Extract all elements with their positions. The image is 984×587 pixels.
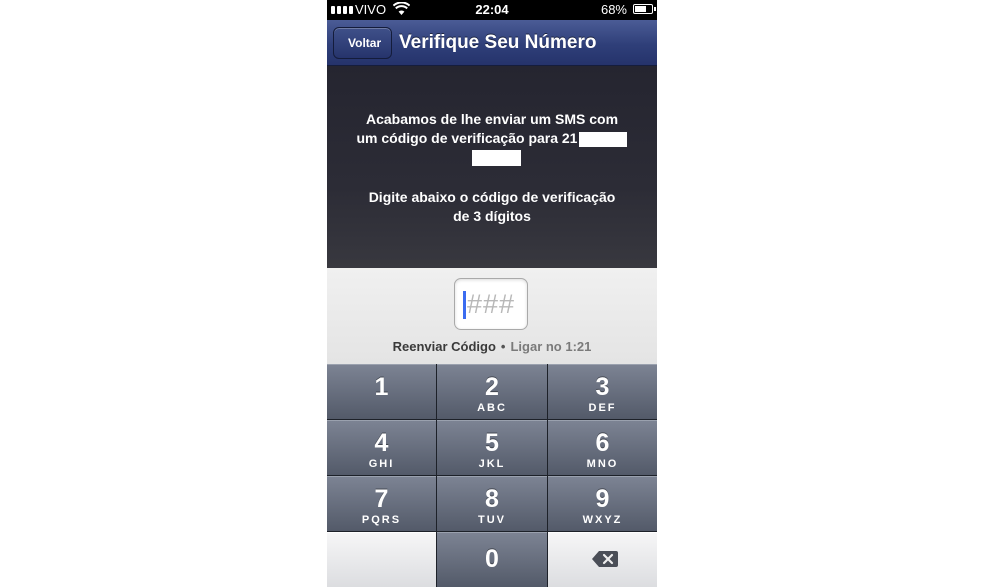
key-1[interactable]: 1 — [327, 364, 436, 419]
code-entry-area: ### Reenviar Código • Ligar no 1:21 — [327, 268, 657, 364]
key-letters: PQRS — [361, 514, 402, 526]
back-button[interactable]: Voltar — [333, 27, 393, 59]
sms-line-1: Acabamos de lhe enviar um SMS com — [365, 111, 619, 127]
key-digit: 3 — [595, 373, 610, 401]
sms-sent-text: Acabamos de lhe enviar um SMS com um cód… — [337, 110, 647, 148]
call-me-link[interactable]: Ligar no 1:21 — [510, 339, 591, 354]
key-digit: 8 — [485, 485, 499, 513]
key-digit: 7 — [374, 485, 389, 513]
key-digit: 4 — [374, 429, 389, 457]
key-8[interactable]: 8 TUV — [437, 476, 547, 531]
numeric-keypad: 1 2 ABC 3 DEF 4 GHI 5 JKL 6 MNO 7 PQRS 8 — [327, 364, 657, 587]
key-letters: MNO — [586, 458, 619, 470]
key-delete[interactable] — [548, 532, 657, 587]
key-digit: 5 — [485, 429, 499, 457]
key-2[interactable]: 2 ABC — [437, 364, 547, 419]
key-5[interactable]: 5 JKL — [437, 420, 547, 475]
key-letters: GHI — [368, 458, 395, 470]
instruction-line-1: Digite abaixo o código de verificação — [368, 189, 616, 205]
battery-percent: 68% — [600, 2, 627, 17]
key-7[interactable]: 7 PQRS — [327, 476, 436, 531]
key-4[interactable]: 4 GHI — [327, 420, 436, 475]
separator-dot: • — [500, 339, 506, 354]
resend-code-link[interactable]: Reenviar Código — [393, 339, 496, 354]
instruction-text: Digite abaixo o código de verificação de… — [337, 188, 647, 226]
phone-screen: VIVO 22:04 68% Voltar Verifique Seu Núme… — [327, 0, 657, 587]
key-digit: 2 — [485, 373, 499, 401]
status-bar: VIVO 22:04 68% — [327, 0, 657, 20]
key-digit: 9 — [595, 485, 610, 513]
sms-message-panel: Acabamos de lhe enviar um SMS com um cód… — [327, 66, 657, 268]
page-title: Verifique Seu Número — [399, 32, 597, 53]
text-cursor — [463, 291, 466, 319]
instruction-line-2: de 3 dígitos — [453, 208, 531, 224]
key-letters: JKL — [478, 458, 506, 470]
key-digit: 1 — [374, 373, 389, 401]
sms-line-2: um código de verificação para 21 — [356, 130, 578, 146]
battery-icon — [633, 4, 656, 14]
redacted-phone-part — [579, 131, 628, 147]
resend-row: Reenviar Código • Ligar no 1:21 — [327, 339, 657, 354]
key-letters: TUV — [478, 514, 506, 526]
redacted-phone-part — [472, 150, 521, 166]
key-digit: 0 — [485, 545, 499, 573]
key-9[interactable]: 9 WXYZ — [548, 476, 657, 531]
key-blank — [327, 532, 436, 587]
key-letters: DEF — [588, 402, 617, 414]
code-placeholder: ### — [467, 289, 516, 319]
key-0[interactable]: 0 — [437, 532, 547, 587]
key-3[interactable]: 3 DEF — [548, 364, 657, 419]
navigation-bar: Voltar Verifique Seu Número — [327, 20, 657, 66]
key-letters: WXYZ — [582, 514, 623, 526]
key-6[interactable]: 6 MNO — [548, 420, 657, 475]
key-digit: 6 — [595, 429, 610, 457]
verification-code-input[interactable]: ### — [454, 278, 528, 330]
backspace-icon — [592, 551, 618, 567]
key-letters: ABC — [477, 402, 507, 414]
